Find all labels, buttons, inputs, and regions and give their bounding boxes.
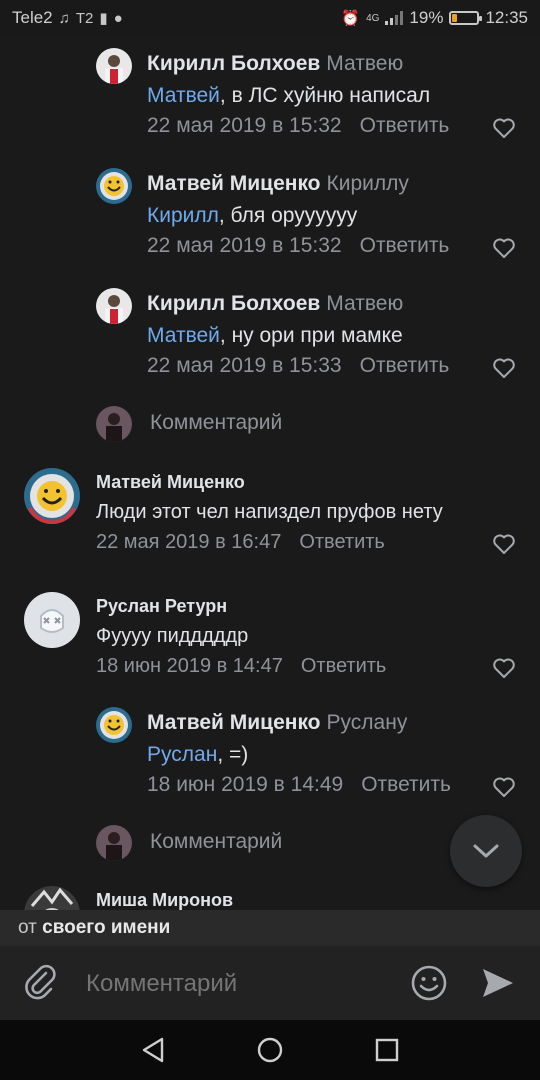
battery-percent: 19% bbox=[409, 8, 444, 27]
mention-link[interactable]: Кирилл bbox=[147, 204, 219, 227]
mention-link[interactable]: Матвей bbox=[147, 324, 220, 347]
sim-icon: ▮ bbox=[99, 10, 108, 27]
reply-button[interactable]: Ответить bbox=[361, 773, 451, 796]
comment-date: 22 мая 2019 в 16:47 bbox=[96, 531, 282, 553]
heart-icon[interactable] bbox=[492, 657, 516, 679]
carrier2-label: T2 bbox=[75, 9, 94, 27]
comment-date: 22 мая 2019 в 15:33 bbox=[147, 354, 342, 377]
post-as-prefix: от bbox=[18, 917, 37, 938]
comment-author[interactable]: Руслан Ретурн bbox=[96, 596, 227, 617]
comment-author[interactable]: Кирилл Болхоев Матвею bbox=[147, 292, 403, 316]
reply-button[interactable]: Ответить bbox=[301, 655, 387, 677]
comment-meta: 22 мая 2019 в 15:32 Ответить bbox=[147, 114, 449, 138]
post-as-selector[interactable]: от своего имени bbox=[0, 910, 540, 946]
comment-date: 18 июн 2019 в 14:47 bbox=[96, 655, 283, 677]
reply-to-label: Руслану bbox=[326, 711, 408, 734]
post-as-value[interactable]: своего имени bbox=[42, 917, 170, 938]
scroll-down-button[interactable] bbox=[450, 815, 522, 887]
heart-icon[interactable] bbox=[492, 533, 516, 555]
square-recent-icon[interactable] bbox=[374, 1037, 400, 1063]
comment-meta: 22 мая 2019 в 15:32 Ответить bbox=[147, 234, 449, 258]
send-icon[interactable] bbox=[480, 966, 516, 1000]
avatar[interactable] bbox=[96, 168, 132, 204]
comment-date: 22 мая 2019 в 15:32 bbox=[147, 234, 342, 257]
clock: 12:35 bbox=[485, 8, 528, 27]
reply-button[interactable]: Ответить bbox=[360, 114, 450, 137]
comment-input[interactable] bbox=[86, 970, 386, 998]
avatar[interactable] bbox=[24, 468, 80, 524]
avatar[interactable] bbox=[96, 48, 132, 84]
comment-date: 22 мая 2019 в 15:32 bbox=[147, 114, 342, 137]
comment-text: Матвей, ну ори при мамке bbox=[147, 324, 403, 347]
comment-date: 18 июн 2019 в 14:49 bbox=[147, 773, 344, 796]
reply-to-label: Кириллу bbox=[326, 172, 409, 195]
comment-author[interactable]: Кирилл Болхоев Матвею bbox=[147, 52, 403, 76]
reply-to-label: Матвею bbox=[326, 52, 404, 75]
comments-feed[interactable]: Кирилл Болхоев Матвею Матвей, в ЛС хуйню … bbox=[0, 36, 540, 910]
message-icon: ● bbox=[113, 9, 123, 27]
avatar[interactable] bbox=[24, 886, 80, 910]
reply-to-label: Матвею bbox=[326, 292, 404, 315]
comment-text: Руслан, =) bbox=[147, 743, 249, 766]
paperclip-icon[interactable] bbox=[24, 964, 58, 1000]
carrier-label: Tele2 bbox=[12, 8, 53, 27]
reply-button[interactable]: Ответить bbox=[360, 354, 450, 377]
my-avatar bbox=[96, 406, 132, 442]
battery-fill bbox=[452, 14, 458, 22]
music-icon: ♫ bbox=[58, 9, 70, 27]
comment-meta: 18 июн 2019 в 14:49 Ответить bbox=[147, 773, 451, 797]
comment-author[interactable]: Матвей Миценко Руслану bbox=[147, 711, 407, 735]
comment-author[interactable]: Матвей Миценко Кириллу bbox=[147, 172, 409, 196]
comment-meta: 22 мая 2019 в 15:33 Ответить bbox=[147, 354, 449, 378]
battery-icon bbox=[449, 11, 483, 25]
avatar[interactable] bbox=[96, 707, 132, 743]
write-comment-row[interactable]: Комментарий bbox=[0, 404, 540, 444]
triangle-back-icon[interactable] bbox=[140, 1036, 166, 1064]
avatar[interactable] bbox=[96, 288, 132, 324]
comment-author[interactable]: Матвей Миценко bbox=[96, 472, 245, 493]
system-nav-bar bbox=[0, 1020, 540, 1080]
avatar[interactable] bbox=[24, 592, 80, 648]
chevron-down-icon bbox=[473, 844, 499, 858]
reply-button[interactable]: Ответить bbox=[360, 234, 450, 257]
comment-input-bar bbox=[0, 946, 540, 1020]
my-avatar bbox=[96, 825, 132, 861]
comment-text: Фуууу пидддддр bbox=[96, 625, 249, 647]
status-bar: Tele2 ♫ T2 ▮ ● ⏰ 4G 19% 12:35 bbox=[0, 0, 540, 36]
comment-text: Кирилл, бля оруууууу bbox=[147, 204, 358, 227]
write-comment-label[interactable]: Комментарий bbox=[150, 411, 282, 435]
comment-author[interactable]: Миша Миронов bbox=[96, 890, 233, 910]
signal-icon bbox=[385, 11, 404, 25]
write-comment-label[interactable]: Комментарий bbox=[150, 830, 282, 854]
mention-link[interactable]: Руслан bbox=[147, 743, 217, 766]
mention-link[interactable]: Матвей bbox=[147, 84, 220, 107]
network-label: 4G bbox=[366, 12, 380, 24]
circle-home-icon[interactable] bbox=[256, 1036, 284, 1064]
smile-icon[interactable] bbox=[410, 964, 448, 1002]
comment-text: Матвей, в ЛС хуйню написал bbox=[147, 84, 431, 107]
alarm-icon: ⏰ bbox=[341, 10, 361, 27]
comment-text: Люди этот чел напиздел пруфов нету bbox=[96, 501, 443, 523]
comment-meta: 18 июн 2019 в 14:47 Ответить bbox=[96, 655, 386, 678]
reply-button[interactable]: Ответить bbox=[299, 531, 385, 553]
heart-icon[interactable] bbox=[492, 117, 516, 139]
comment-meta: 22 мая 2019 в 16:47 Ответить bbox=[96, 531, 385, 554]
heart-icon[interactable] bbox=[492, 237, 516, 259]
heart-icon[interactable] bbox=[492, 776, 516, 798]
heart-icon[interactable] bbox=[492, 357, 516, 379]
